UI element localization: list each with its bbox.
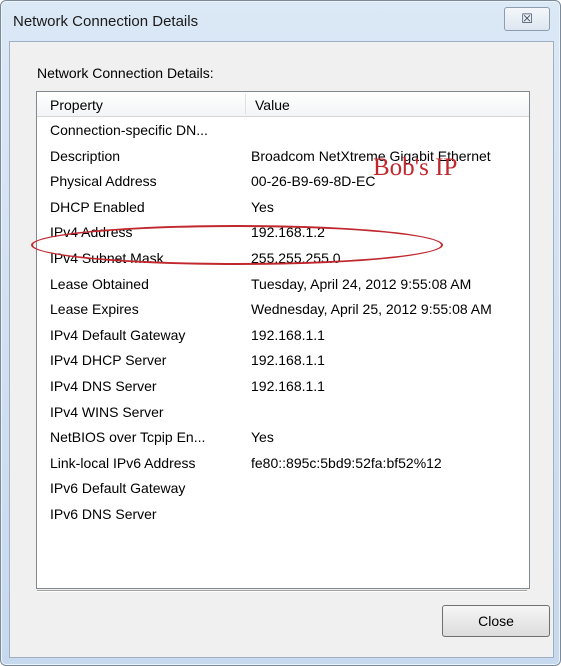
table-row[interactable]: IPv4 Default Gateway 192.168.1.1 xyxy=(37,323,529,349)
table-row[interactable]: IPv4 WINS Server xyxy=(37,400,529,426)
table-row[interactable]: IPv4 DNS Server 192.168.1.1 xyxy=(37,374,529,400)
value-cell: 192.168.1.1 xyxy=(251,326,325,343)
value-cell: fe80::895c:5bd9:52fa:bf52%12 xyxy=(251,454,442,471)
value-cell: Wednesday, April 25, 2012 9:55:08 AM xyxy=(251,301,492,318)
property-cell: Physical Address xyxy=(50,173,157,190)
column-header-property[interactable]: Property xyxy=(50,97,103,113)
property-cell: IPv4 DNS Server xyxy=(50,377,157,394)
dialog-client-area: Network Connection Details: Property Val… xyxy=(9,41,554,658)
value-cell: Tuesday, April 24, 2012 9:55:08 AM xyxy=(251,275,472,292)
value-cell: Yes xyxy=(251,429,274,446)
table-row[interactable]: NetBIOS over Tcpip En... Yes xyxy=(37,425,529,451)
annotation-label: Bob's IP xyxy=(373,154,458,181)
value-cell: Yes xyxy=(251,198,274,215)
table-row[interactable]: Lease Obtained Tuesday, April 24, 2012 9:… xyxy=(37,272,529,298)
table-row[interactable]: IPv4 DHCP Server 192.168.1.1 xyxy=(37,348,529,374)
table-row[interactable]: Connection-specific DN... xyxy=(37,118,529,144)
details-label: Network Connection Details: xyxy=(37,65,214,81)
column-header-value[interactable]: Value xyxy=(255,97,290,113)
property-cell: IPv6 DNS Server xyxy=(50,505,157,522)
close-button[interactable]: Close xyxy=(442,605,550,637)
dialog-window: Network Connection Details ☒ Network Con… xyxy=(0,0,561,666)
property-cell: IPv4 Default Gateway xyxy=(50,326,186,343)
close-icon[interactable]: ☒ xyxy=(504,7,550,31)
property-cell: Connection-specific DN... xyxy=(50,122,208,138)
column-separator[interactable] xyxy=(245,94,246,114)
value-cell: 192.168.1.1 xyxy=(251,352,325,369)
property-cell: IPv4 WINS Server xyxy=(50,403,164,420)
table-row[interactable]: Lease Expires Wednesday, April 25, 2012 9… xyxy=(37,297,529,323)
table-row[interactable]: IPv6 DNS Server xyxy=(37,502,529,528)
property-cell: Link-local IPv6 Address xyxy=(50,454,196,471)
list-header: Property Value xyxy=(37,92,529,117)
value-cell: 00-26-B9-69-8D-EC xyxy=(251,173,376,190)
property-cell: NetBIOS over Tcpip En... xyxy=(50,429,206,446)
highlight-ellipse xyxy=(31,225,443,265)
window-title: Network Connection Details xyxy=(13,13,199,30)
value-cell: 192.168.1.1 xyxy=(251,377,325,394)
table-row[interactable]: DHCP Enabled Yes xyxy=(37,195,529,221)
property-cell: Description xyxy=(50,147,121,164)
property-cell: Lease Obtained xyxy=(50,275,149,292)
table-row[interactable]: IPv6 Default Gateway xyxy=(37,476,529,502)
property-cell: DHCP Enabled xyxy=(50,198,145,215)
divider xyxy=(37,590,527,592)
title-bar[interactable]: Network Connection Details ☒ xyxy=(1,1,560,41)
property-cell: Lease Expires xyxy=(50,301,139,318)
property-cell: IPv4 DHCP Server xyxy=(50,352,167,369)
table-row[interactable]: Link-local IPv6 Address fe80::895c:5bd9:5… xyxy=(37,451,529,477)
property-cell: IPv6 Default Gateway xyxy=(50,480,186,497)
